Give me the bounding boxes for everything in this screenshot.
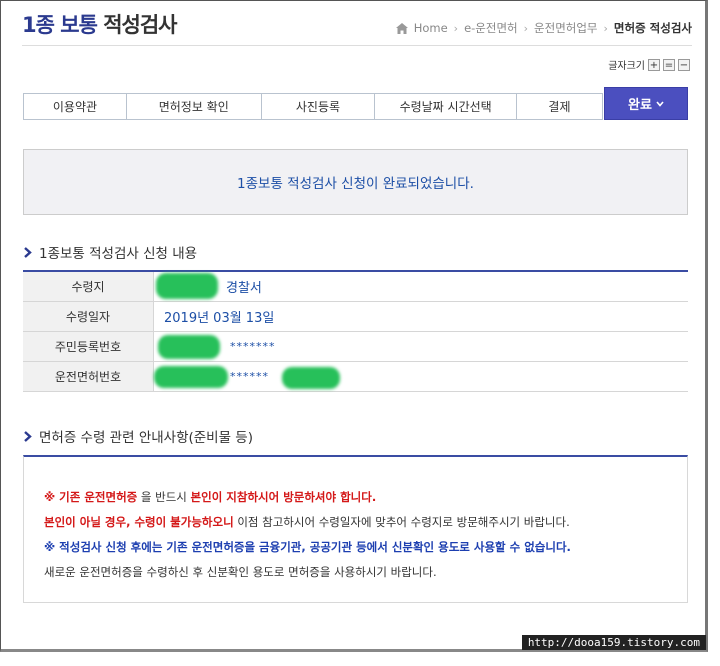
breadcrumb-e-license[interactable]: e-운전면허 xyxy=(464,20,518,36)
home-icon xyxy=(395,22,408,34)
font-reset-button[interactable]: = xyxy=(663,58,675,71)
chevron-down-icon xyxy=(656,100,664,107)
notice-warning: 본인이 지참하시어 방문하셔야 합니다. xyxy=(190,490,377,504)
blog-watermark: http://dooa159.tistory.com xyxy=(521,635,706,650)
completion-message-text: 1종보통 적성검사 신청이 완료되었습니다. xyxy=(237,176,474,192)
step-done-active: 완료 xyxy=(604,87,688,120)
notice-text: 새로운 운전면허증을 수령하신 후 신분확인 용도로 면허증을 사용하시기 바랍… xyxy=(44,565,437,579)
step-done-label: 완료 xyxy=(628,98,652,113)
breadcrumb-home[interactable]: Home xyxy=(414,21,448,35)
step-payment: 결제 xyxy=(548,100,571,114)
table-row: 주민등록번호 ******* xyxy=(23,331,688,362)
notice-line: ※ 기존 운전면허증 을 반드시 본인이 지참하시어 방문하셔야 합니다. xyxy=(44,485,687,510)
step-photo: 사진등록 xyxy=(262,94,376,119)
header-divider xyxy=(22,45,692,46)
completion-message: 1종보통 적성검사 신청이 완료되었습니다. xyxy=(23,149,688,215)
notice-line: 본인이 아닐 경우, 수령이 불가능하오니 이점 참고하시어 수령일자에 맞추어… xyxy=(44,510,687,535)
font-size-label: 글자크기 xyxy=(608,61,645,72)
redaction-mark xyxy=(158,335,220,359)
row-value-cell: ****** xyxy=(153,361,688,392)
pickup-date-value: 2019년 03월 13일 xyxy=(153,301,688,332)
redaction-mark xyxy=(156,273,218,299)
application-section-title: 1종보통 적성검사 신청 내용 xyxy=(24,242,197,262)
chevron-right-icon: › xyxy=(453,21,459,35)
chevron-right-icon xyxy=(24,430,32,442)
chevron-right-icon: › xyxy=(603,21,608,35)
table-row: 운전면허번호 ****** xyxy=(23,361,688,392)
notice-text: 이점 참고하시어 수령일자에 맞추어 수령지로 방문해주시기 바랍니다. xyxy=(233,515,570,529)
breadcrumb-license-work[interactable]: 운전면허업무 xyxy=(534,20,597,36)
step-license-info: 면허정보 확인 xyxy=(127,94,262,119)
notice-section-title: 면허증 수령 관련 안내사항(준비물 등) xyxy=(24,426,253,446)
step-date-time: 수령날짜 시간선택 xyxy=(375,94,517,119)
breadcrumb: Home › e-운전면허 › 운전면허업무 › 면허증 적성검사 xyxy=(395,20,692,36)
row-label: 주민등록번호 xyxy=(23,331,154,362)
row-label: 운전면허번호 xyxy=(23,361,154,392)
table-row: 수령일자 2019년 03월 13일 xyxy=(23,301,688,332)
notice-box: ※ 기존 운전면허증 을 반드시 본인이 지참하시어 방문하셔야 합니다. 본인… xyxy=(23,455,688,603)
application-section-label: 1종보통 적성검사 신청 내용 xyxy=(39,246,198,262)
redaction-mark xyxy=(154,366,228,388)
notice-text: 을 반드시 xyxy=(137,490,191,504)
notice-section-label: 면허증 수령 관련 안내사항(준비물 등) xyxy=(39,430,253,446)
notice-warning: ※ 기존 운전면허증 xyxy=(44,490,138,504)
step-tabs: 이용약관 면허정보 확인 사진등록 수령날짜 시간선택 결제 xyxy=(23,93,603,120)
page-title-type: 1종 보통 xyxy=(22,13,98,37)
chevron-right-icon: › xyxy=(523,21,529,35)
row-value-cell: 경찰서 xyxy=(153,271,688,302)
row-label: 수령일자 xyxy=(23,301,154,332)
breadcrumb-current: 면허증 적성검사 xyxy=(613,21,692,35)
font-size-control: 글자크기 + = − xyxy=(608,57,690,72)
table-row: 수령지 경찰서 xyxy=(23,271,688,302)
font-increase-button[interactable]: + xyxy=(648,58,660,71)
application-table: 수령지 경찰서 수령일자 2019년 03월 13일 주민등록번호 ******… xyxy=(23,270,688,392)
page-title-name: 적성검사 xyxy=(103,13,177,37)
font-decrease-button[interactable]: − xyxy=(678,58,690,71)
notice-warning: 본인이 아닐 경우, 수령이 불가능하오니 xyxy=(44,515,234,529)
row-label: 수령지 xyxy=(23,271,154,302)
row-value-cell: ******* xyxy=(153,331,688,362)
notice-caution: ※ 적성검사 신청 후에는 기존 운전면허증을 금융기관, 공공기관 등에서 신… xyxy=(44,540,571,554)
redaction-mark xyxy=(282,367,340,389)
chevron-right-icon xyxy=(24,246,32,258)
page-title: 1종 보통 적성검사 xyxy=(22,9,177,39)
step-terms: 이용약관 xyxy=(24,94,127,119)
